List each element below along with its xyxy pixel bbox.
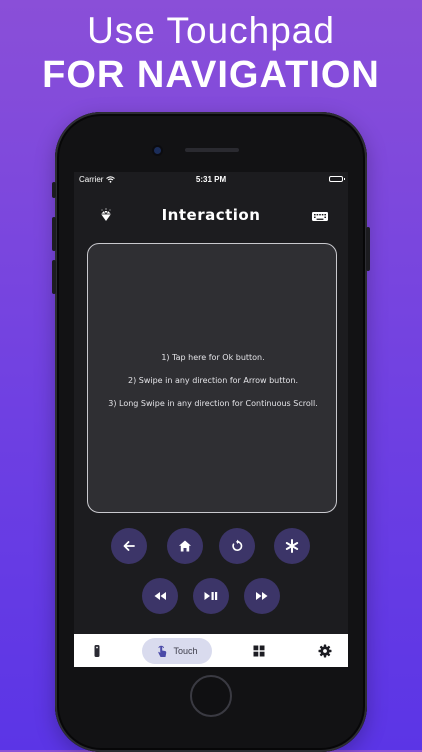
phone-frame: Carrier 5:31 PM Interaction 1) Tap here … (52, 112, 370, 752)
play-pause-button[interactable] (193, 578, 229, 614)
back-arrow-icon (123, 541, 135, 551)
app-header: Interaction (74, 204, 348, 228)
instruction-line: 2) Swipe in any direction for Arrow butt… (127, 376, 298, 385)
options-button[interactable] (274, 528, 310, 564)
touch-icon (158, 645, 167, 657)
replay-icon (232, 539, 243, 551)
remote-icon (94, 645, 100, 657)
replay-button[interactable] (219, 528, 255, 564)
home-control-button[interactable] (167, 528, 203, 564)
phone-screen: Carrier 5:31 PM Interaction 1) Tap here … (74, 172, 348, 667)
status-time: 5:31 PM (195, 175, 227, 184)
fast-forward-icon (256, 592, 268, 600)
app-title: Interaction (161, 206, 261, 224)
gear-icon (318, 644, 332, 658)
earpiece-speaker (185, 148, 239, 152)
battery-icon (329, 176, 345, 182)
status-bar: Carrier 5:31 PM (74, 172, 348, 188)
home-icon (179, 540, 191, 552)
rewind-button[interactable] (142, 578, 178, 614)
headline-line-2: FOR NAVIGATION (42, 54, 380, 96)
asterisk-icon (285, 539, 299, 553)
tab-touch-label: Touch (173, 646, 198, 656)
instruction-line: 3) Long Swipe in any direction for Conti… (108, 399, 318, 408)
volume-up-button (52, 217, 56, 251)
touchpad-area[interactable]: 1) Tap here for Ok button. 2) Swipe in a… (87, 243, 337, 513)
mute-switch (52, 182, 56, 198)
grid-icon (253, 645, 265, 657)
tab-remote[interactable] (84, 638, 110, 664)
tab-settings[interactable] (312, 638, 338, 664)
front-camera (154, 147, 161, 154)
back-button[interactable] (111, 528, 147, 564)
fast-forward-button[interactable] (244, 578, 280, 614)
headline-line-1: Use Touchpad (87, 10, 335, 51)
rewind-icon (154, 592, 166, 600)
touchpad-instructions: 1) Tap here for Ok button. 2) Swipe in a… (88, 346, 338, 415)
tab-touch[interactable]: Touch (142, 638, 212, 664)
instruction-line: 1) Tap here for Ok button. (161, 353, 265, 362)
tab-apps[interactable] (246, 638, 272, 664)
keyboard-icon[interactable] (311, 208, 329, 224)
tab-bar: Touch (74, 634, 348, 667)
phone-home-button (190, 675, 232, 717)
play-pause-icon (204, 592, 218, 600)
volume-down-button (52, 260, 56, 294)
power-button (366, 227, 370, 271)
